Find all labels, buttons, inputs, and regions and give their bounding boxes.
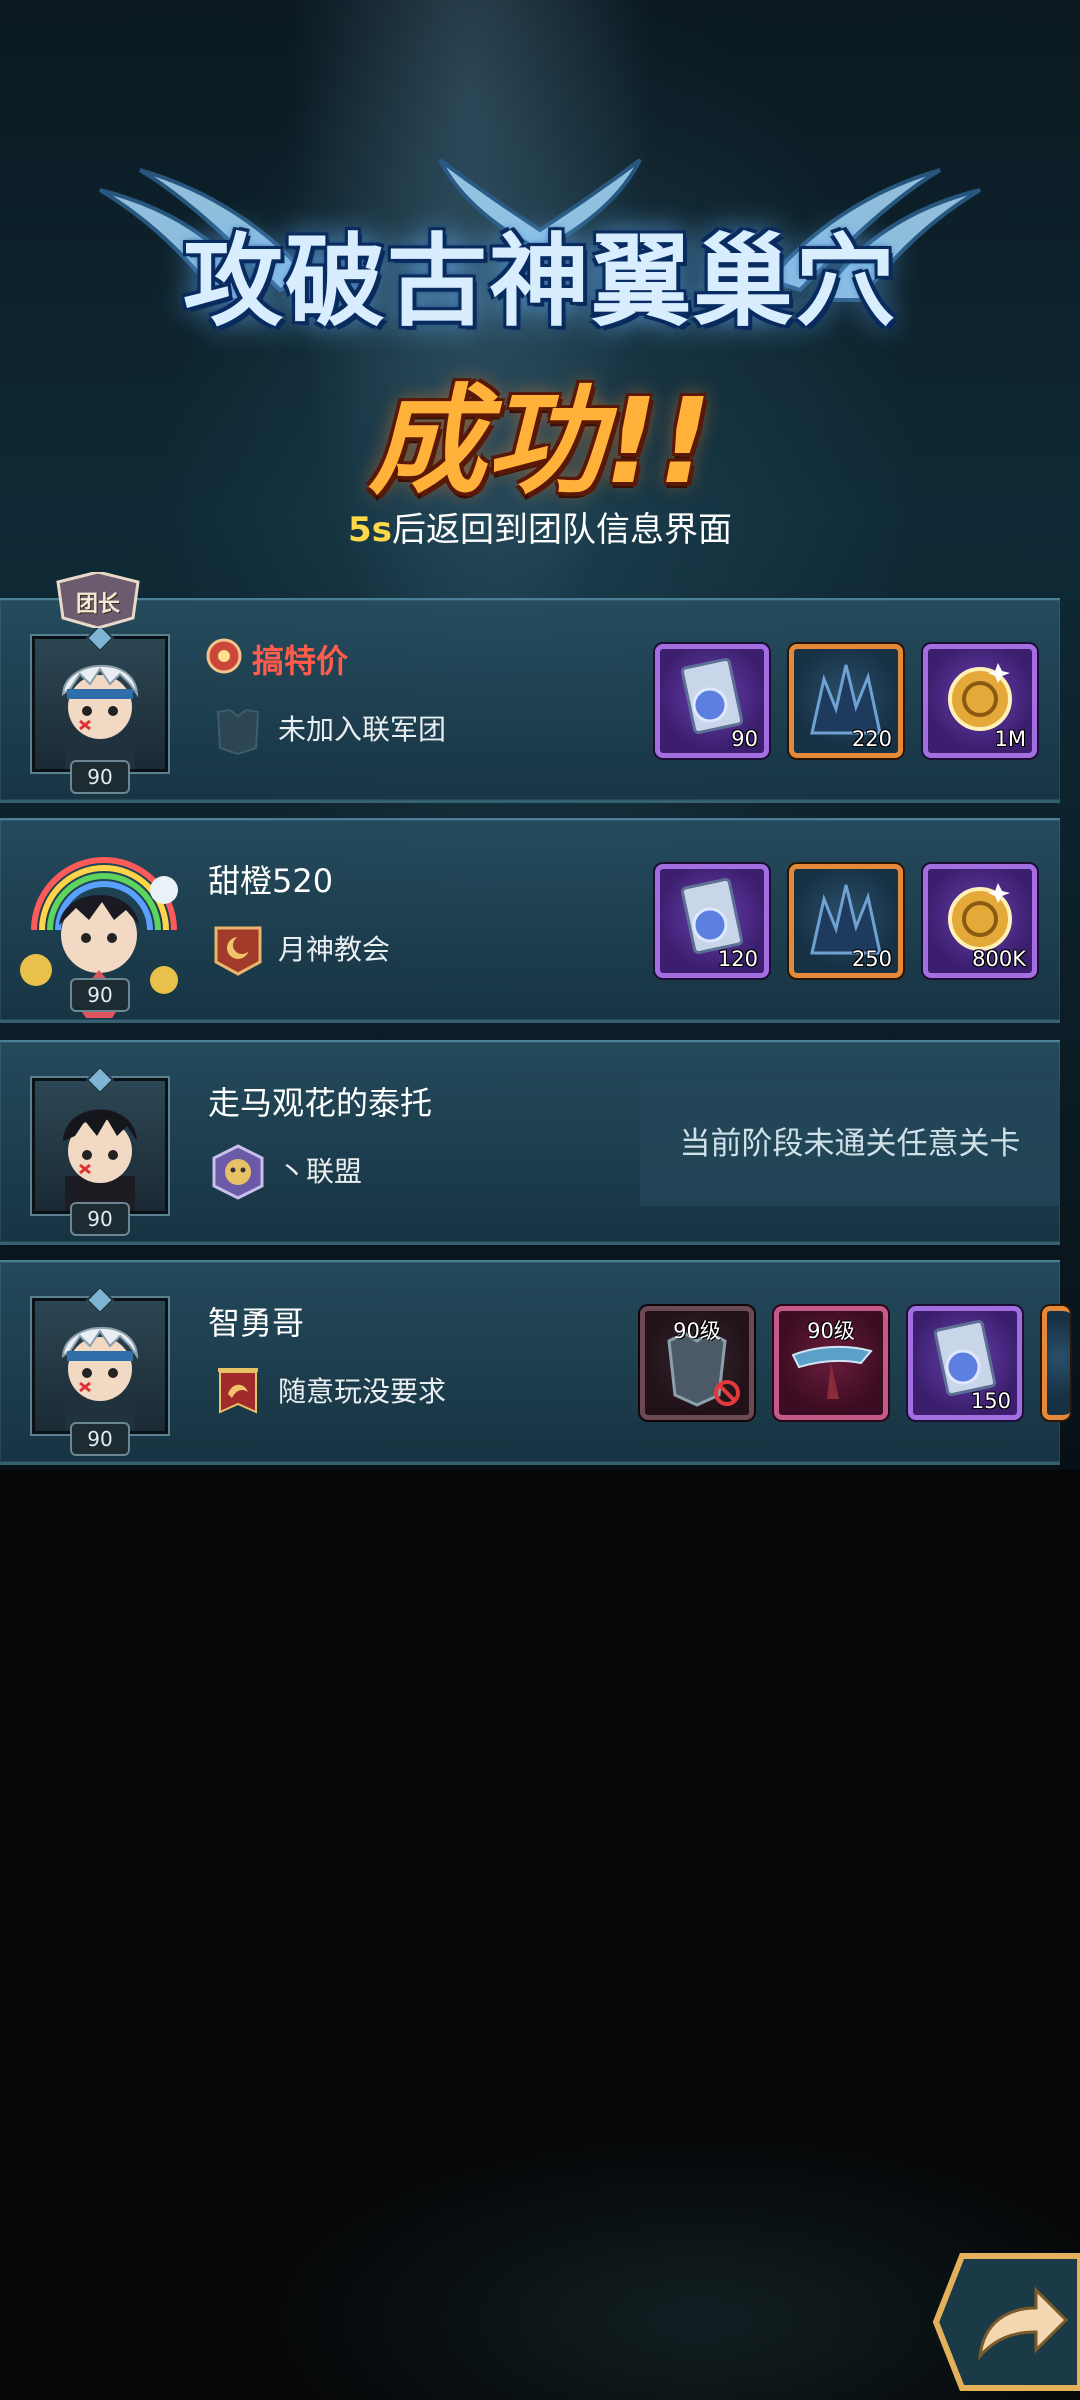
- level-badge: 90: [70, 978, 130, 1012]
- empty-guild-icon: [216, 708, 260, 756]
- guild-name: 随意玩没要求: [278, 1375, 447, 1408]
- level-badge: 90: [70, 760, 130, 794]
- reward-quantity: 250: [851, 947, 892, 971]
- reward-item[interactable]: 250: [789, 864, 903, 978]
- countdown-text: 后返回到团队信息界面: [391, 510, 732, 550]
- reward-item[interactable]: 120: [655, 864, 769, 978]
- moon-church-emblem-icon: [214, 926, 262, 976]
- dragon-banner-icon: [218, 1368, 258, 1414]
- countdown-message: 5s后返回到团队信息界面: [0, 502, 1080, 551]
- guild-name: 丶联盟: [278, 1155, 363, 1188]
- reward-quantity: 90: [731, 727, 758, 751]
- no-clear-status: 当前阶段未通关任意关卡: [640, 1082, 1060, 1206]
- page-title: 攻破古神翼巢穴: [183, 223, 897, 340]
- reward-item[interactable]: 220: [789, 644, 903, 758]
- member-name: 走马观花的泰托: [208, 1084, 433, 1122]
- reward-item[interactable]: 150: [908, 1306, 1022, 1420]
- leader-badge: 团长: [48, 570, 148, 630]
- member-name: 智勇哥: [208, 1304, 305, 1342]
- member-row: 90 智勇哥 随意玩没要求 90级 90级 150: [0, 1260, 1070, 1465]
- guild-name: 未加入联军团: [278, 713, 447, 746]
- result-banner: 成功!!: [368, 372, 712, 510]
- countdown-seconds: 5s: [348, 510, 392, 550]
- reward-quantity: 220: [851, 727, 892, 751]
- member-name: 搞特价: [252, 642, 349, 680]
- member-row: 团长 90 搞特价 未加入联军团 90 220 1M: [0, 570, 1060, 803]
- reward-item[interactable]: 800K: [923, 864, 1037, 978]
- reward-quantity: 1M: [994, 727, 1026, 751]
- reward-item[interactable]: 1M: [923, 644, 1037, 758]
- guild-name: 月神教会: [278, 933, 391, 966]
- reward-level-label: 90级: [807, 1319, 855, 1343]
- reward-quantity: 800K: [972, 947, 1026, 971]
- share-arrow-button[interactable]: [932, 2252, 1080, 2392]
- leader-badge-label: 团长: [75, 592, 120, 617]
- level-badge: 90: [70, 1422, 130, 1456]
- background-ruins: [0, 1980, 1080, 2400]
- reward-item-partial[interactable]: [1042, 1306, 1070, 1420]
- reward-item[interactable]: 90级: [774, 1306, 888, 1420]
- avatar[interactable]: [32, 1078, 168, 1214]
- alliance-emblem-icon: [212, 1144, 264, 1200]
- member-row: 90 甜橙520 月神教会 120 250 800K: [0, 818, 1060, 1023]
- reward-item[interactable]: 90级: [640, 1306, 754, 1420]
- reward-quantity: 150: [970, 1389, 1011, 1413]
- member-name: 甜橙520: [208, 862, 334, 900]
- level-badge: 90: [70, 1202, 130, 1236]
- avatar[interactable]: [32, 1298, 168, 1434]
- sun-medal-icon: [206, 638, 242, 674]
- member-row: 90 走马观花的泰托 丶联盟 当前阶段未通关任意关卡: [0, 1040, 1060, 1245]
- reward-quantity: 120: [717, 947, 758, 971]
- reward-item[interactable]: 90: [655, 644, 769, 758]
- reward-level-label: 90级: [673, 1319, 721, 1343]
- avatar[interactable]: [32, 636, 168, 772]
